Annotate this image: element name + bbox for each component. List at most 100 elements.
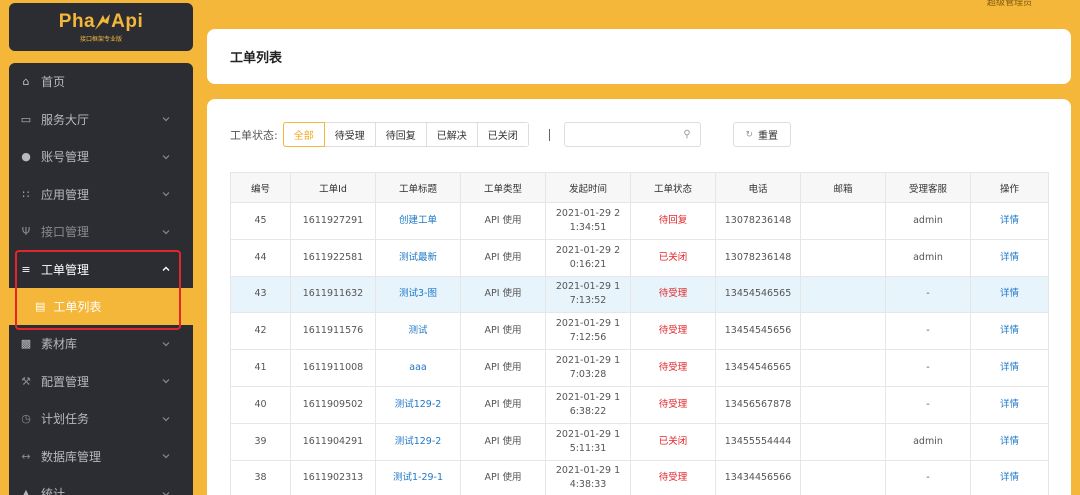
cell-time-line2: 7:03:28 (569, 369, 607, 381)
detail-link[interactable]: 详情 (970, 238, 1049, 277)
sidebar-item-interfaces[interactable]: Ψ 接口管理 (9, 213, 193, 251)
cell-email (800, 459, 886, 495)
sidebar-item-label: 数据库管理 (41, 449, 102, 464)
cell-id: 1611927291 (290, 202, 376, 240)
cell-time: 2021-01-29 1 5:11:31 (545, 422, 631, 461)
ticket-list-panel: 工单状态: 全部 待受理 待回复 已解决 已关闭 ⚲ ↻ 重置 编号 工单Id … (207, 99, 1071, 495)
cell-title-link[interactable]: 测试 (375, 312, 461, 351)
table-row: 45 1611927291 创建工单 API 使用 2021-01-29 2 1:… (230, 202, 1049, 240)
detail-link[interactable]: 详情 (970, 275, 1049, 314)
status-filter-resolved[interactable]: 已解决 (426, 123, 478, 146)
cell-type: API 使用 (460, 385, 546, 424)
cell-id: 1611911576 (290, 312, 376, 351)
cell-status: 待受理 (630, 385, 716, 424)
cell-title-link[interactable]: aaa (375, 349, 461, 387)
cell-title-link[interactable]: 创建工单 (375, 202, 461, 240)
search-icon[interactable]: ⚲ (683, 129, 690, 140)
cell-agent: admin (885, 202, 971, 240)
sidebar-item-scheduled-tasks[interactable]: ◷ 计划任务 (9, 400, 193, 438)
column-header: 邮箱 (800, 172, 886, 203)
table-row: 41 1611911008 aaa API 使用 2021-01-29 1 7:0… (230, 349, 1049, 387)
cell-time-line2: 1:34:51 (569, 221, 607, 233)
column-header: 编号 (230, 172, 291, 203)
status-filter-pending-accept[interactable]: 待受理 (324, 123, 376, 146)
sidebar-item-label: 配置管理 (41, 374, 90, 389)
detail-link[interactable]: 详情 (970, 312, 1049, 351)
chevron-down-icon (162, 491, 170, 495)
cell-title-link[interactable]: 测试1-29-1 (375, 459, 461, 495)
sidebar: Pha Api 接口框架专业版 ⌂ 首页 ▭ 服务大厅 ● 账号管理 ∷ 应用管… (0, 0, 193, 495)
chevron-down-icon (162, 229, 170, 235)
detail-link[interactable]: 详情 (970, 459, 1049, 495)
cell-email (800, 312, 886, 351)
cell-title-link[interactable]: 测试129-2 (375, 385, 461, 424)
chevron-down-icon (162, 192, 170, 197)
cell-title-link[interactable]: 测试3-图 (375, 275, 461, 314)
sidebar-item-stats[interactable]: ▲ 统计 (9, 475, 193, 495)
cell-time: 2021-01-29 1 7:03:28 (545, 349, 631, 387)
table-row: 43 1611911632 测试3-图 API 使用 2021-01-29 1 7… (230, 275, 1049, 314)
status-filter-all[interactable]: 全部 (282, 122, 325, 147)
cell-time-line1: 2021-01-29 1 (555, 465, 621, 477)
cell-status: 已关闭 (630, 238, 716, 277)
sidebar-item-home[interactable]: ⌂ 首页 (9, 63, 193, 101)
sidebar-item-config[interactable]: ⚒ 配置管理 (9, 363, 193, 401)
search-input[interactable]: ⚲ (563, 122, 701, 147)
cell-no: 40 (230, 385, 291, 424)
cell-title-link[interactable]: 测试最新 (375, 238, 461, 277)
page-header: 工单列表 (207, 29, 1071, 84)
sidebar-item-service-hall[interactable]: ▭ 服务大厅 (9, 101, 193, 139)
sidebar-item-label: 接口管理 (41, 225, 90, 240)
cell-status: 待受理 (630, 275, 716, 314)
cell-time-line1: 2021-01-29 1 (555, 355, 621, 367)
cell-phone: 13078236148 (715, 202, 801, 240)
reset-button-label: 重置 (757, 131, 778, 142)
cell-phone: 13454546565 (715, 275, 801, 314)
cell-status: 已关闭 (630, 422, 716, 461)
cell-time-line1: 2021-01-29 1 (555, 318, 621, 330)
cell-title-link[interactable]: 测试129-2 (375, 422, 461, 461)
detail-link[interactable]: 详情 (970, 349, 1049, 387)
detail-link[interactable]: 详情 (970, 385, 1049, 424)
cell-type: API 使用 (460, 422, 546, 461)
page-title: 工单列表 (230, 51, 283, 66)
sidebar-item-label: 素材库 (41, 337, 78, 352)
sidebar-item-label: 服务大厅 (41, 112, 90, 127)
sidebar-item-apps[interactable]: ∷ 应用管理 (9, 176, 193, 214)
cell-phone: 13455554444 (715, 422, 801, 461)
cell-agent: admin (885, 422, 971, 461)
table-row: 42 1611911576 测试 API 使用 2021-01-29 1 7:12… (230, 312, 1049, 351)
sidebar-item-database[interactable]: ↔ 数据库管理 (9, 438, 193, 476)
sidebar-item-label: 账号管理 (41, 150, 90, 165)
sidebar-item-materials[interactable]: ▩ 素材库 (9, 325, 193, 363)
detail-link[interactable]: 详情 (970, 202, 1049, 240)
cell-status: 待受理 (630, 459, 716, 495)
cell-agent: - (885, 385, 971, 424)
table-header-row: 编号 工单Id 工单标题 工单类型 发起时间 工单状态 电话 邮箱 受理客服 操… (230, 172, 1049, 203)
cell-no: 39 (230, 422, 291, 461)
annotation-highlight-box (15, 250, 181, 330)
cell-agent: admin (885, 238, 971, 277)
cell-time-line2: 7:13:52 (569, 295, 607, 307)
cell-phone: 13454545656 (715, 312, 801, 351)
reset-button[interactable]: ↻ 重置 (732, 122, 791, 147)
cell-time: 2021-01-29 1 7:12:56 (545, 312, 631, 351)
status-filter-closed[interactable]: 已关闭 (477, 123, 528, 146)
admin-name[interactable]: 超级管理员 (987, 0, 1032, 8)
detail-link[interactable]: 详情 (970, 422, 1049, 461)
column-header: 发起时间 (545, 172, 631, 203)
chevron-down-icon (162, 341, 170, 347)
chevron-down-icon (162, 379, 170, 384)
cell-email (800, 202, 886, 240)
column-header: 电话 (715, 172, 801, 203)
cell-no: 45 (230, 202, 291, 240)
chart-icon: ▲ (21, 487, 31, 495)
sidebar-item-accounts[interactable]: ● 账号管理 (9, 138, 193, 176)
status-filter-pending-reply[interactable]: 待回复 (375, 123, 427, 146)
table-row: 38 1611902313 测试1-29-1 API 使用 2021-01-29… (230, 459, 1049, 495)
cell-time-line2: 6:38:22 (569, 405, 607, 417)
table-row: 39 1611904291 测试129-2 API 使用 2021-01-29 … (230, 422, 1049, 461)
logo[interactable]: Pha Api 接口框架专业版 (9, 3, 193, 51)
cell-type: API 使用 (460, 459, 546, 495)
clock-icon: ◷ (21, 412, 31, 426)
